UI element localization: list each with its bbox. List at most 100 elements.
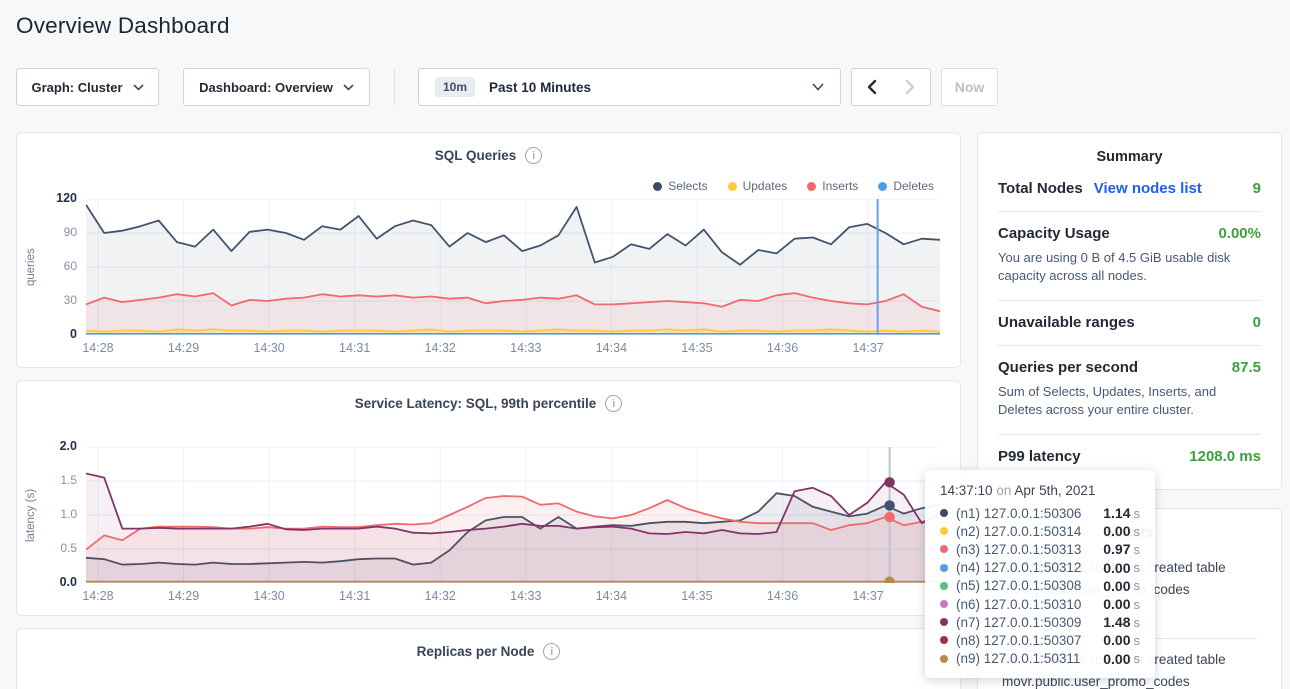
tooltip-row: (n4) 127.0.0.1:503120.00s bbox=[940, 559, 1140, 577]
dashboard-dropdown[interactable]: Dashboard: Overview bbox=[183, 68, 370, 106]
now-button[interactable]: Now bbox=[941, 68, 998, 106]
tooltip-row: (n2) 127.0.0.1:50314 0.00 s bbox=[940, 522, 1140, 540]
legend-dot-icon bbox=[653, 182, 662, 191]
x-axis-tick: 14:29 bbox=[159, 589, 209, 603]
summary-rows: Total NodesView nodes list9Capacity Usag… bbox=[978, 165, 1281, 479]
info-icon[interactable] bbox=[525, 147, 542, 164]
y-axis-tick: 30 bbox=[64, 293, 77, 307]
legend-item[interactable]: Deletes bbox=[878, 179, 934, 193]
x-axis-tick: 14:31 bbox=[330, 589, 380, 603]
x-axis-tick: 14:37 bbox=[843, 589, 893, 603]
legend-label: Updates bbox=[743, 179, 788, 193]
tooltip-rows: (n1) 127.0.0.1:503061.14s(n2) 127.0.0.1:… bbox=[940, 504, 1140, 668]
tooltip-node-value: 0.00 bbox=[1103, 651, 1130, 667]
chevron-left-icon bbox=[866, 79, 877, 95]
summary-row-subtext: Sum of Selects, Updates, Inserts, and De… bbox=[998, 383, 1261, 420]
x-axis-tick: 14:33 bbox=[501, 341, 551, 355]
service-latency-card: Service Latency: SQL, 99th percentile la… bbox=[16, 380, 961, 616]
x-axis-tick: 14:32 bbox=[415, 589, 465, 603]
x-axis-tick: 14:31 bbox=[330, 341, 380, 355]
legend-dot-icon bbox=[878, 182, 887, 191]
legend-item[interactable]: Inserts bbox=[807, 179, 858, 193]
summary-row-label: Total Nodes bbox=[998, 180, 1083, 197]
x-axis-tick: 14:35 bbox=[672, 589, 722, 603]
x-axis-tick: 14:36 bbox=[758, 589, 808, 603]
y-axis-tick: 0.5 bbox=[60, 541, 77, 555]
tooltip-node-value: 0.00 bbox=[1103, 523, 1130, 539]
node-dot-icon bbox=[940, 582, 948, 590]
x-axis-tick: 14:28 bbox=[73, 589, 123, 603]
tooltip-conjunction: on bbox=[996, 483, 1014, 498]
chart-tooltip: 14:37:10 on Apr 5th, 2021 (n1) 127.0.0.1… bbox=[925, 470, 1155, 678]
view-nodes-list-link[interactable]: View nodes list bbox=[1094, 180, 1202, 197]
tooltip-value-unit: s bbox=[1134, 597, 1141, 612]
summary-row-value: 0 bbox=[1253, 314, 1261, 331]
tooltip-node-address: (n1) 127.0.0.1:50306 bbox=[956, 506, 1081, 521]
y-axis-tick: 120 bbox=[56, 191, 77, 205]
info-icon[interactable] bbox=[543, 643, 560, 660]
tooltip-value-unit: s bbox=[1134, 524, 1141, 539]
graph-dropdown-label: Graph: Cluster bbox=[31, 80, 122, 95]
tooltip-time: 14:37:10 bbox=[940, 483, 993, 498]
x-axis-tick: 14:36 bbox=[758, 341, 808, 355]
tooltip-row: (n5) 127.0.0.1:503080.00s bbox=[940, 577, 1140, 595]
time-next-button[interactable] bbox=[890, 68, 931, 106]
x-axis-tick: 14:34 bbox=[586, 589, 636, 603]
chart-title: Replicas per Node bbox=[17, 643, 960, 660]
tooltip-node-address: (n6) 127.0.0.1:50310 bbox=[956, 597, 1081, 612]
x-axis: 14:2814:2914:3014:3114:3214:3314:3414:35… bbox=[86, 589, 940, 605]
sql-queries-card: SQL Queries Selects Updates Inserts Deletes… bbox=[16, 132, 961, 368]
time-range-label: Past 10 Minutes bbox=[489, 80, 591, 95]
summary-row-label: P99 latency bbox=[998, 448, 1081, 465]
tooltip-node-value: 0.00 bbox=[1103, 578, 1130, 594]
tooltip-node-value: 1.48 bbox=[1103, 614, 1130, 630]
chart-legend: Selects Updates Inserts Deletes bbox=[653, 179, 934, 193]
time-prev-button[interactable] bbox=[851, 68, 891, 106]
tooltip-value-unit: s bbox=[1134, 506, 1141, 521]
x-axis-tick: 14:35 bbox=[672, 341, 722, 355]
y-axis: 0306090120 bbox=[37, 199, 77, 335]
tooltip-row: (n3) 127.0.0.1:503130.97s bbox=[940, 540, 1140, 558]
tooltip-value-unit: s bbox=[1134, 651, 1141, 666]
x-axis-tick: 14:28 bbox=[73, 341, 123, 355]
dashboard-dropdown-label: Dashboard: Overview bbox=[199, 80, 333, 95]
graph-dropdown[interactable]: Graph: Cluster bbox=[16, 68, 159, 106]
summary-row-value: 1208.0 ms bbox=[1189, 448, 1261, 465]
chart-plot-area[interactable] bbox=[86, 199, 940, 335]
legend-item[interactable]: Selects bbox=[653, 179, 707, 193]
summary-row-label: Queries per second bbox=[998, 359, 1138, 376]
summary-row: Queries per second87.5 Sum of Selects, Up… bbox=[998, 346, 1261, 435]
time-range-picker[interactable]: 10m Past 10 Minutes bbox=[418, 68, 841, 106]
tooltip-row: (n1) 127.0.0.1:503061.14s bbox=[940, 504, 1140, 522]
tooltip-row: (n9) 127.0.0.1:503110.00s bbox=[940, 650, 1140, 668]
chart-plot-area[interactable] bbox=[86, 447, 940, 583]
legend-label: Deletes bbox=[893, 179, 934, 193]
chevron-down-icon bbox=[133, 84, 144, 91]
legend-label: Selects bbox=[668, 179, 707, 193]
y-axis-tick: 0.0 bbox=[60, 575, 77, 589]
x-axis-tick: 14:30 bbox=[244, 589, 294, 603]
legend-item[interactable]: Updates bbox=[728, 179, 788, 193]
tooltip-node-address: (n2) 127.0.0.1:50314 bbox=[956, 524, 1081, 539]
x-axis-tick: 14:29 bbox=[159, 341, 209, 355]
x-axis: 14:2814:2914:3014:3114:3214:3314:3414:35… bbox=[86, 341, 940, 357]
tooltip-value-unit: s bbox=[1134, 633, 1141, 648]
overview-dashboard-page: { "page": { "title": "Overview Dashboard… bbox=[0, 0, 1290, 689]
summary-row-header: Queries per second87.5 bbox=[998, 359, 1261, 376]
chart-title: Service Latency: SQL, 99th percentile bbox=[17, 395, 960, 412]
summary-title: Summary bbox=[978, 149, 1281, 165]
y-axis-tick: 1.0 bbox=[60, 507, 77, 521]
info-icon[interactable] bbox=[605, 395, 622, 412]
node-dot-icon bbox=[940, 564, 948, 572]
tooltip-node-address: (n8) 127.0.0.1:50307 bbox=[956, 633, 1081, 648]
chart-svg bbox=[86, 447, 940, 583]
node-dot-icon bbox=[940, 636, 948, 644]
legend-dot-icon bbox=[728, 182, 737, 191]
tooltip-value-unit: s bbox=[1134, 560, 1141, 575]
x-axis-tick: 14:34 bbox=[586, 341, 636, 355]
chart-title: SQL Queries bbox=[17, 147, 960, 164]
summary-row-label: Unavailable ranges bbox=[998, 314, 1135, 331]
chart-title-text: Service Latency: SQL, 99th percentile bbox=[355, 396, 597, 411]
tooltip-date: Apr 5th, 2021 bbox=[1014, 483, 1095, 498]
tooltip-node-value: 0.00 bbox=[1103, 596, 1130, 612]
